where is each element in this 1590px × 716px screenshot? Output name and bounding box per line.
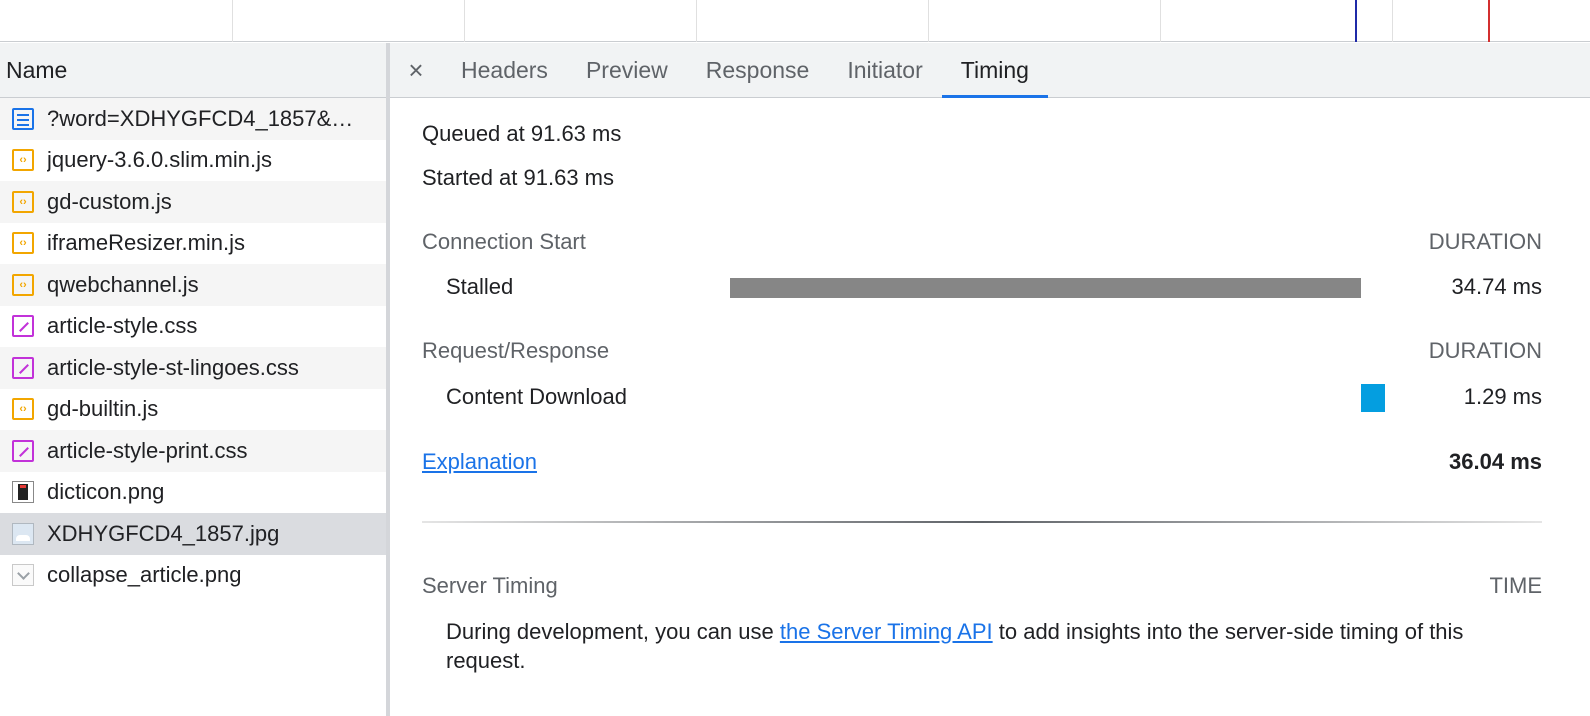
close-icon[interactable]: ×	[390, 43, 442, 97]
script-icon	[12, 273, 34, 296]
request-response-header: Request/Response DURATION	[422, 338, 1542, 364]
script-icon	[12, 190, 34, 213]
dom-content-loaded-marker	[1355, 0, 1357, 42]
overview-gridline	[696, 0, 697, 42]
stalled-value: 34.74 ms	[1451, 274, 1543, 299]
name-column-header[interactable]: Name	[0, 43, 386, 98]
request-row[interactable]: dicticon.png	[0, 472, 386, 514]
request-row[interactable]: jquery-3.6.0.slim.min.js	[0, 140, 386, 182]
overview-gridline	[232, 0, 233, 42]
tab-label: Initiator	[847, 56, 923, 83]
request-name: dicticon.png	[47, 479, 165, 505]
overview-gridline	[1392, 0, 1393, 42]
image-icon	[12, 522, 34, 545]
stalled-row[interactable]: Stalled 34.74 ms	[422, 268, 1542, 308]
section-divider	[422, 521, 1542, 523]
stylesheet-icon	[12, 439, 34, 462]
overview-gridline	[928, 0, 929, 42]
image-icon	[12, 564, 34, 587]
request-name: XDHYGFCD4_1857.jpg	[47, 520, 280, 546]
content-download-row[interactable]: Content Download 1.29 ms	[422, 378, 1542, 418]
request-row[interactable]: gd-builtin.js	[0, 389, 386, 431]
server-timing-api-link[interactable]: the Server Timing API	[780, 619, 993, 644]
detail-tabbar: × Headers Preview Response Initiator Tim…	[390, 43, 1590, 98]
request-name: qwebchannel.js	[47, 271, 199, 297]
section-title: Request/Response	[422, 338, 610, 363]
overview-gridline	[464, 0, 465, 42]
request-name: article-style-st-lingoes.css	[47, 354, 299, 380]
request-row[interactable]: gd-custom.js	[0, 181, 386, 223]
duration-header: DURATION	[1428, 338, 1542, 363]
section-title: Server Timing	[422, 573, 558, 598]
request-name: ?word=XDHYGFCD4_1857&…	[47, 105, 354, 131]
request-row[interactable]: qwebchannel.js	[0, 264, 386, 306]
request-detail-panel: × Headers Preview Response Initiator Tim…	[390, 43, 1590, 716]
request-name: article-style.css	[47, 313, 198, 339]
duration-header: DURATION	[1428, 229, 1542, 254]
request-name: jquery-3.6.0.slim.min.js	[47, 147, 272, 173]
tab-timing[interactable]: Timing	[941, 43, 1049, 98]
stylesheet-icon	[12, 356, 34, 379]
tab-label: Headers	[461, 56, 548, 83]
content-download-bar	[1361, 384, 1385, 412]
script-icon	[12, 398, 34, 421]
request-row[interactable]: XDHYGFCD4_1857.jpg	[0, 513, 386, 555]
description-text: During development, you can use	[446, 619, 780, 644]
stylesheet-icon	[12, 315, 34, 338]
request-name: article-style-print.css	[47, 437, 248, 463]
server-timing-description: During development, you can use the Serv…	[446, 617, 1536, 675]
request-row[interactable]: article-style-st-lingoes.css	[0, 347, 386, 389]
request-name: iframeResizer.min.js	[47, 230, 246, 256]
document-icon	[12, 107, 34, 130]
request-rows: ?word=XDHYGFCD4_1857&… jquery-3.6.0.slim.…	[0, 98, 386, 596]
tab-label: Response	[705, 56, 810, 83]
name-column-label: Name	[6, 56, 68, 83]
image-icon	[12, 481, 34, 504]
tab-response[interactable]: Response	[687, 43, 829, 97]
section-title: Connection Start	[422, 229, 586, 254]
request-name: gd-builtin.js	[47, 396, 159, 422]
request-row[interactable]: collapse_article.png	[0, 555, 386, 597]
script-icon	[12, 232, 34, 255]
stalled-bar	[730, 278, 1361, 298]
server-timing-header: Server Timing TIME	[422, 573, 1542, 599]
request-row[interactable]: ?word=XDHYGFCD4_1857&…	[0, 98, 386, 140]
request-name: collapse_article.png	[47, 562, 242, 588]
tab-initiator[interactable]: Initiator	[828, 43, 941, 97]
network-overview[interactable]	[0, 0, 1590, 42]
request-row[interactable]: article-style.css	[0, 306, 386, 348]
queued-at-text: Queued at 91.63 ms	[422, 121, 622, 146]
load-event-marker	[1488, 0, 1490, 42]
explanation-link[interactable]: Explanation	[422, 449, 537, 475]
tab-label: Timing	[960, 56, 1029, 83]
request-row[interactable]: article-style-print.css	[0, 430, 386, 472]
tab-preview[interactable]: Preview	[567, 43, 687, 97]
request-row[interactable]: iframeResizer.min.js	[0, 223, 386, 265]
content-download-value: 1.29 ms	[1463, 384, 1542, 409]
content-download-label: Content Download	[446, 384, 628, 409]
overview-gridline	[1160, 0, 1161, 42]
script-icon	[12, 149, 34, 172]
total-duration: 36.04 ms	[1449, 449, 1542, 474]
time-header: TIME	[1489, 573, 1542, 598]
stalled-label: Stalled	[446, 274, 514, 299]
started-at-text: Started at 91.63 ms	[422, 165, 614, 190]
connection-start-header: Connection Start DURATION	[422, 229, 1542, 255]
tab-label: Preview	[585, 56, 668, 83]
tab-headers[interactable]: Headers	[442, 43, 567, 97]
request-list: Name ?word=XDHYGFCD4_1857&… jquery-3.6.0.…	[0, 43, 390, 716]
request-name: gd-custom.js	[47, 188, 172, 214]
